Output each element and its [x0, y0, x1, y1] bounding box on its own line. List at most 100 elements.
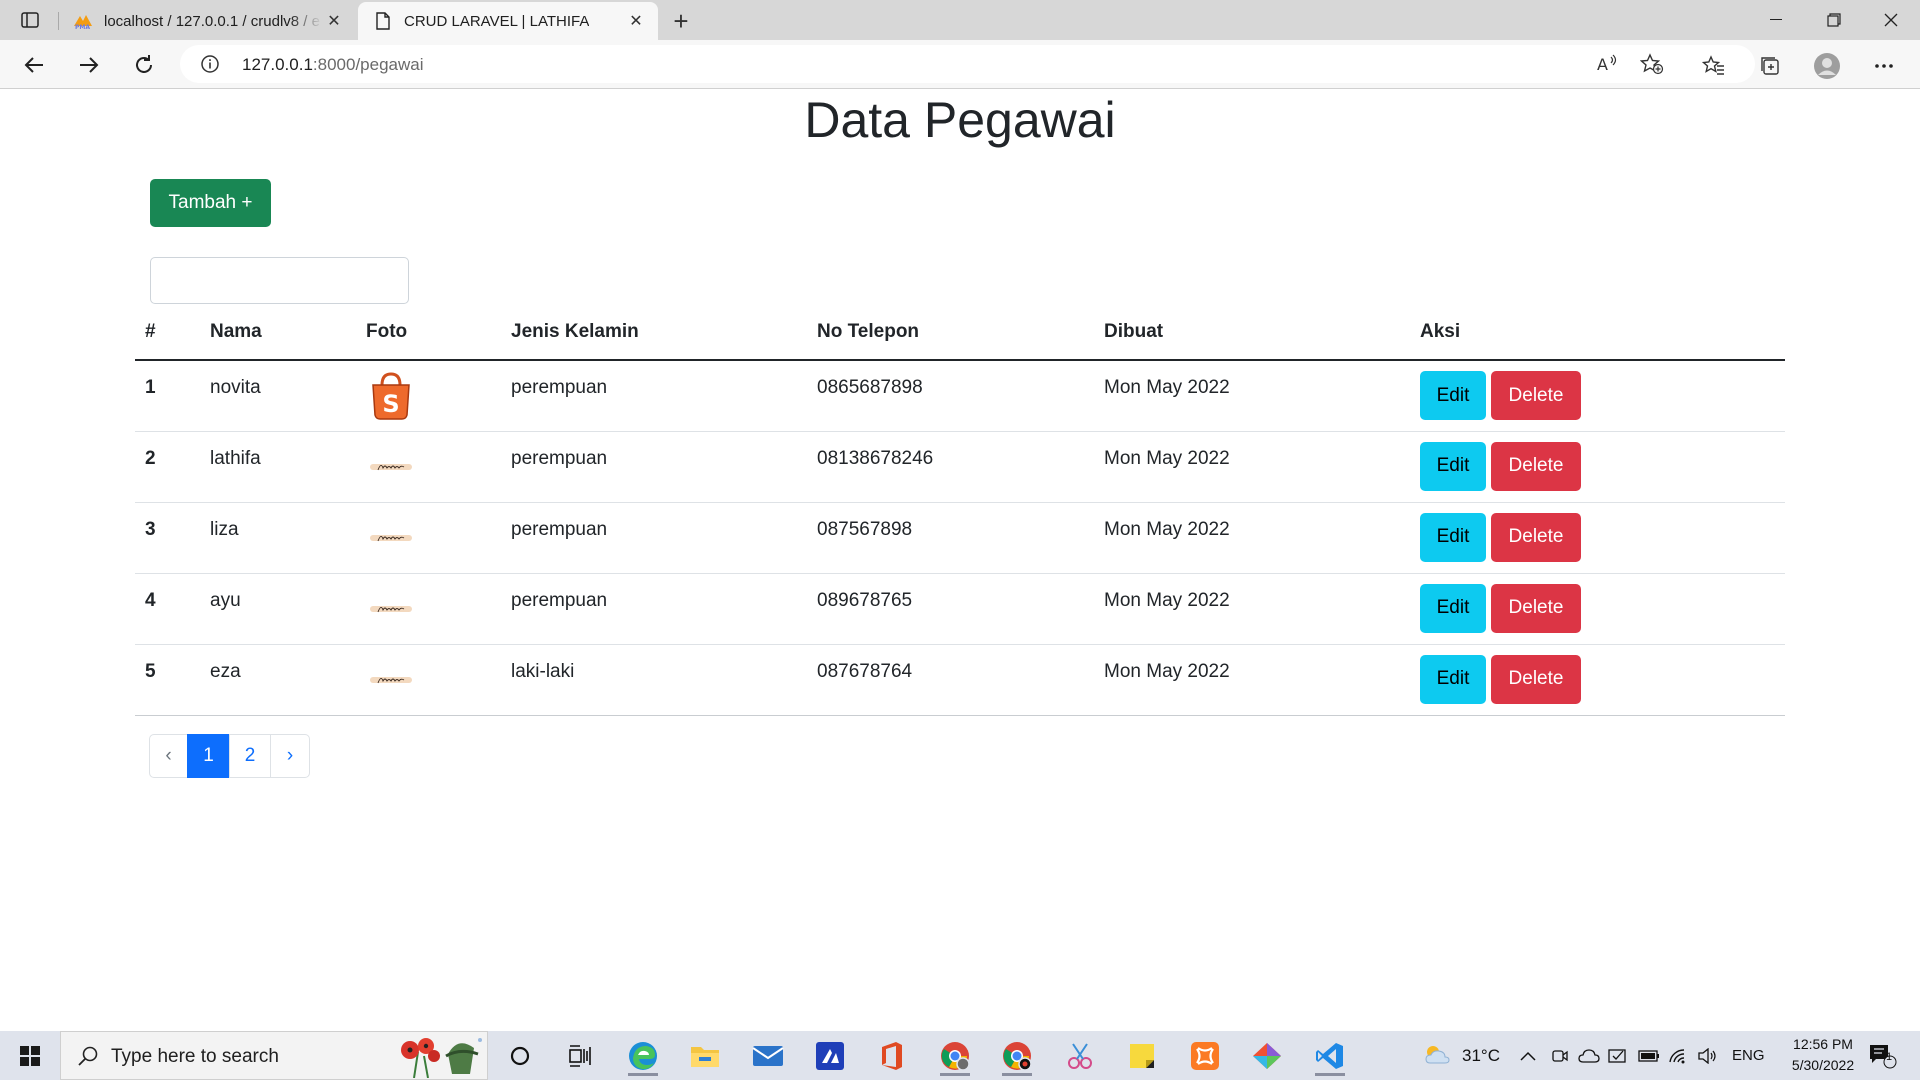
chrome-profile-icon[interactable] — [992, 1035, 1042, 1076]
security-icon[interactable] — [1608, 1031, 1628, 1080]
sticky-notes-icon[interactable] — [1117, 1035, 1167, 1076]
cortana-icon[interactable] — [495, 1035, 545, 1076]
wifi-icon[interactable] — [1668, 1031, 1688, 1080]
edge-browser-icon[interactable] — [618, 1035, 668, 1076]
add-employee-button[interactable]: Tambah + — [150, 179, 271, 227]
notification-center-icon[interactable]: 1 — [1868, 1031, 1898, 1080]
row-jenis-kelamin: perempuan — [501, 360, 807, 432]
site-info-icon[interactable] — [200, 54, 220, 74]
language-indicator[interactable]: ENG — [1732, 1031, 1765, 1080]
row-foto-cell — [356, 431, 501, 503]
read-aloud-icon[interactable]: A — [1595, 52, 1619, 76]
delete-button[interactable]: Delete — [1491, 441, 1581, 491]
tab-actions-icon[interactable] — [16, 8, 44, 32]
close-tab-icon[interactable]: ✕ — [324, 11, 344, 31]
pagination-page-1[interactable]: 1 — [187, 734, 230, 778]
delete-button[interactable]: Delete — [1491, 512, 1581, 562]
row-telepon: 08138678246 — [807, 431, 1094, 503]
windows-taskbar: Type here to search 31°C ENG 12:56 PM 5/… — [0, 1031, 1920, 1080]
column-header-no-telepon: No Telepon — [807, 305, 1094, 361]
minimize-icon[interactable] — [1747, 0, 1805, 40]
row-nama: eza — [200, 644, 356, 716]
task-view-icon[interactable] — [555, 1035, 605, 1076]
row-aksi-cell: Edit Delete — [1410, 502, 1785, 574]
profile-avatar-icon[interactable] — [1813, 52, 1841, 80]
vscode-icon[interactable] — [1305, 1035, 1355, 1076]
pagination-prev[interactable]: ‹ — [149, 734, 188, 778]
address-bar[interactable]: 127.0.0.1:8000/pegawai A — [180, 45, 1755, 83]
page-title: Data Pegawai — [804, 92, 1116, 148]
new-tab-icon[interactable]: + — [666, 6, 696, 36]
row-aksi-cell: Edit Delete — [1410, 360, 1785, 432]
weather-widget[interactable]: 31°C — [1422, 1031, 1500, 1080]
temperature-text: 31°C — [1462, 1045, 1500, 1065]
pagination-page-2[interactable]: 2 — [229, 734, 271, 778]
shopee-bag-icon: S — [366, 371, 416, 421]
employee-table: # Nama Foto Jenis Kelamin No Telepon Dib… — [135, 305, 1785, 716]
snipping-tool-icon[interactable] — [1055, 1035, 1105, 1076]
clock-time: 12:56 PM — [1793, 1036, 1853, 1052]
favorites-icon[interactable] — [1700, 52, 1728, 80]
row-dibuat: Mon May 2022 — [1094, 644, 1410, 716]
delete-button[interactable]: Delete — [1491, 654, 1581, 704]
column-header-jenis-kelamin: Jenis Kelamin — [501, 305, 807, 361]
forward-icon[interactable] — [72, 48, 106, 82]
azure-data-studio-icon[interactable] — [805, 1035, 855, 1076]
add-favorite-icon[interactable] — [1640, 52, 1664, 76]
taskbar-clock[interactable]: 12:56 PM 5/30/2022 — [1768, 1034, 1878, 1076]
restore-icon[interactable] — [1805, 0, 1863, 40]
edit-button[interactable]: Edit — [1420, 441, 1486, 491]
windows-start-icon[interactable] — [5, 1035, 55, 1076]
delete-button[interactable]: Delete — [1491, 583, 1581, 633]
onedrive-icon[interactable] — [1578, 1031, 1600, 1080]
search-input[interactable] — [150, 257, 409, 304]
back-icon[interactable] — [17, 48, 51, 82]
row-aksi-cell: Edit Delete — [1410, 644, 1785, 716]
url-text: 127.0.0.1:8000/pegawai — [242, 55, 424, 75]
row-foto-cell — [356, 644, 501, 716]
xampp-icon[interactable] — [1180, 1035, 1230, 1076]
edit-button[interactable]: Edit — [1420, 583, 1486, 633]
row-dibuat: Mon May 2022 — [1094, 573, 1410, 645]
mail-icon[interactable] — [743, 1035, 793, 1076]
close-window-icon[interactable] — [1862, 0, 1920, 40]
meet-now-icon[interactable] — [1551, 1031, 1569, 1080]
close-tab-icon[interactable]: ✕ — [626, 11, 646, 31]
svg-text:PMA: PMA — [75, 24, 90, 30]
url-path: :8000/pegawai — [312, 55, 424, 74]
row-number: 3 — [135, 502, 200, 574]
tab-phpmyadmin[interactable]: PMA localhost / 127.0.0.1 / crudlv8 / e … — [58, 2, 356, 40]
row-dibuat: Mon May 2022 — [1094, 431, 1410, 503]
refresh-icon[interactable] — [127, 48, 161, 82]
edit-button[interactable]: Edit — [1420, 371, 1486, 420]
office-icon[interactable] — [867, 1035, 917, 1076]
row-foto-cell — [356, 573, 501, 645]
git-kraken-icon[interactable] — [1242, 1035, 1292, 1076]
tab-crud-laravel[interactable]: CRUD LARAVEL | LATHIFA ✕ — [358, 2, 658, 40]
row-jenis-kelamin: perempuan — [501, 573, 807, 645]
taskbar-search-box[interactable]: Type here to search — [60, 1031, 488, 1080]
collections-icon[interactable] — [1756, 52, 1784, 80]
chrome-icon[interactable] — [930, 1035, 980, 1076]
search-icon — [77, 1045, 99, 1072]
file-explorer-icon[interactable] — [680, 1035, 730, 1076]
signature-image — [366, 584, 416, 634]
row-aksi-cell: Edit Delete — [1410, 573, 1785, 645]
more-menu-icon[interactable] — [1870, 52, 1898, 80]
battery-icon[interactable] — [1638, 1031, 1660, 1080]
edit-button[interactable]: Edit — [1420, 512, 1486, 562]
volume-icon[interactable] — [1697, 1031, 1717, 1080]
row-aksi-cell: Edit Delete — [1410, 431, 1785, 503]
row-telepon: 087567898 — [807, 502, 1094, 574]
tab-title: localhost / 127.0.0.1 / crudlv8 / e — [104, 12, 320, 30]
pagination: ‹ 1 2 › — [149, 734, 310, 778]
row-number: 1 — [135, 360, 200, 432]
table-row: 1 novita S perempuan 0865687898 Mon May … — [135, 360, 1785, 432]
svg-text:A: A — [1597, 55, 1608, 74]
pagination-next[interactable]: › — [270, 734, 310, 778]
delete-button[interactable]: Delete — [1491, 371, 1581, 420]
table-header-row: # Nama Foto Jenis Kelamin No Telepon Dib… — [135, 305, 1785, 361]
edit-button[interactable]: Edit — [1420, 654, 1486, 704]
show-hidden-icons-icon[interactable] — [1520, 1031, 1536, 1080]
browser-toolbar: 127.0.0.1:8000/pegawai A — [0, 40, 1920, 89]
